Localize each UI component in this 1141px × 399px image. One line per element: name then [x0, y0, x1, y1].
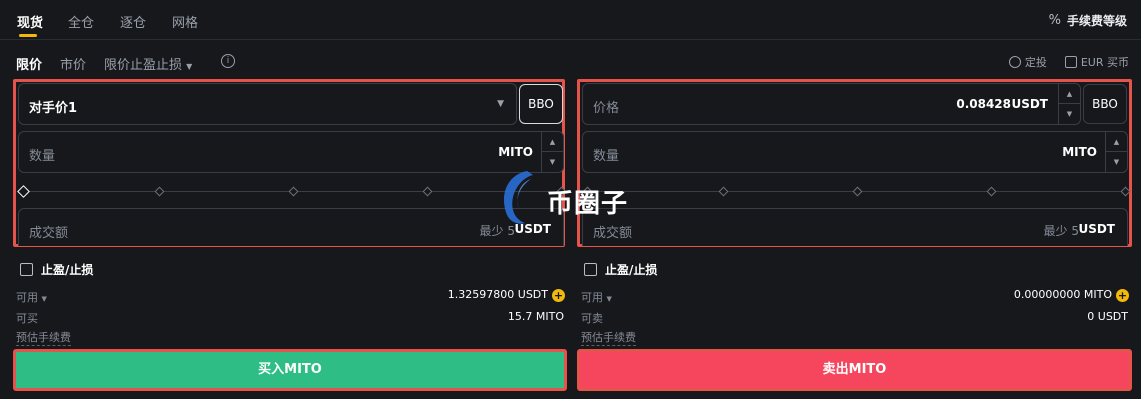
buy-bbo-button[interactable]: BBO: [519, 84, 563, 124]
tab-isolated-margin[interactable]: 逐仓: [120, 12, 146, 31]
sell-price-stepper[interactable]: ▲ ▼: [1058, 84, 1080, 124]
buy-available-text: 可用: [16, 291, 38, 304]
sell-total-min: 最少 5: [1043, 224, 1079, 238]
slider-mark-50[interactable]: [288, 186, 299, 197]
decrement-icon[interactable]: ▼: [1059, 104, 1080, 124]
sell-button[interactable]: 卖出MITO: [577, 349, 1132, 391]
sell-quantity-label: 数量: [593, 149, 620, 164]
buy-available-amount: 1.32597800 USDT: [447, 288, 548, 301]
sell-total-label: 成交额: [593, 226, 633, 241]
buy-tpsl-checkbox[interactable]: 止盈/止损: [20, 261, 93, 278]
slider-mark-75[interactable]: [986, 186, 997, 197]
sell-tpsl-checkbox[interactable]: 止盈/止损: [584, 261, 657, 278]
slider-mark-100[interactable]: [1120, 186, 1131, 197]
chevron-down-icon: ▼: [497, 99, 504, 109]
fee-level-label: 手续费等级: [1066, 14, 1127, 28]
wallet-icon: [1064, 56, 1077, 68]
tab-cross-margin[interactable]: 全仓: [68, 12, 94, 31]
info-icon[interactable]: i: [221, 54, 235, 68]
sell-price-value: 0.08428: [956, 97, 1011, 111]
chevron-down-icon: ▼: [41, 295, 47, 303]
buy-available-label[interactable]: 可用 ▼: [16, 289, 47, 305]
buy-total-min: 最少 5: [479, 224, 515, 238]
buy-total-unit: USDT: [514, 222, 551, 236]
tab-grid[interactable]: 网格: [172, 12, 198, 31]
sell-tpsl-label: 止盈/止损: [605, 263, 658, 277]
slider-mark-25[interactable]: [154, 186, 165, 197]
sell-fee-label[interactable]: 预估手续费: [581, 329, 636, 346]
buy-total-label: 成交额: [29, 226, 69, 241]
sell-max-value: 0 USDT: [1087, 310, 1128, 323]
slider-handle[interactable]: [17, 185, 30, 198]
buy-available-value: 1.32597800 USDT +: [448, 288, 565, 302]
sell-available-value: 0.00000000 MITO +: [1014, 288, 1129, 302]
slider-mark-75[interactable]: [422, 186, 433, 197]
deposit-plus-icon[interactable]: +: [1116, 288, 1129, 302]
buy-eur-label: EUR 买币: [1080, 56, 1129, 69]
slider-mark-50[interactable]: [852, 186, 863, 197]
checkbox-icon[interactable]: [20, 263, 33, 276]
order-type-row: 限价 市价 限价止盈止损 ▼ i 定投 EUR 买币: [0, 50, 1141, 74]
slider-mark-25[interactable]: [718, 186, 729, 197]
buy-tpsl-label: 止盈/止损: [41, 263, 94, 277]
sell-max-label: 可卖: [581, 312, 603, 325]
buy-button[interactable]: 买入MITO: [13, 349, 567, 391]
sell-amount-slider[interactable]: [582, 185, 1131, 197]
decrement-icon[interactable]: ▼: [542, 152, 563, 172]
buy-max-label: 可买: [16, 312, 38, 325]
buy-price-mode-value: 对手价1: [29, 101, 78, 116]
buy-amount-slider[interactable]: [17, 185, 567, 198]
fee-level-link[interactable]: % 手续费等级: [1049, 12, 1127, 29]
buy-form-panel: 对手价1 ▼ BBO 数量 MITO ▲ ▼ 成交额 最少 5 USDT: [13, 79, 567, 247]
sell-total-unit: USDT: [1078, 222, 1115, 236]
order-type-limit[interactable]: 限价: [16, 54, 42, 73]
sell-available-label[interactable]: 可用 ▼: [581, 289, 612, 305]
target-icon: [1008, 56, 1021, 68]
increment-icon[interactable]: ▲: [1106, 132, 1127, 152]
deposit-plus-icon[interactable]: +: [552, 288, 565, 302]
chevron-down-icon: ▼: [606, 295, 612, 303]
sell-price-unit: USDT: [1011, 97, 1048, 111]
increment-icon[interactable]: ▲: [542, 132, 563, 152]
sell-total-input[interactable]: 成交额 最少 5 USDT: [582, 208, 1128, 246]
sell-quantity-unit: MITO: [1062, 145, 1097, 159]
decrement-icon[interactable]: ▼: [1106, 152, 1127, 172]
slider-mark-100[interactable]: [556, 186, 567, 197]
sell-available-amount: 0.00000000 MITO: [1013, 288, 1112, 301]
percent-icon: %: [1048, 13, 1061, 28]
buy-quantity-input[interactable]: 数量 MITO ▲ ▼: [18, 131, 564, 173]
order-type-tpsl-label: 限价止盈止损: [104, 58, 183, 73]
buy-quantity-label: 数量: [29, 149, 56, 164]
right-tools: 定投 EUR 买币: [1008, 54, 1129, 70]
market-tabs: 现货 全仓 逐仓 网格 % 手续费等级: [0, 0, 1141, 40]
increment-icon[interactable]: ▲: [1059, 84, 1080, 104]
sell-price-label: 价格: [593, 101, 620, 116]
buy-total-input[interactable]: 成交额 最少 5 USDT: [18, 208, 564, 246]
buy-quantity-stepper[interactable]: ▲ ▼: [541, 132, 563, 172]
active-tab-indicator: [19, 34, 37, 37]
sell-quantity-input[interactable]: 数量 MITO ▲ ▼: [582, 131, 1128, 173]
chevron-down-icon: ▼: [186, 62, 193, 71]
buy-max-value: 15.7 MITO: [507, 310, 564, 323]
slider-handle[interactable]: [582, 186, 593, 197]
buy-quantity-unit: MITO: [498, 145, 533, 159]
checkbox-icon[interactable]: [584, 263, 597, 276]
sell-form-panel: 价格 0.08428 USDT ▲ ▼ BBO 数量 MITO ▲ ▼ 成交额 …: [577, 79, 1132, 247]
dca-label: 定投: [1024, 56, 1047, 69]
order-type-market[interactable]: 市价: [60, 54, 86, 73]
buy-eur-button[interactable]: EUR 买币: [1064, 54, 1129, 70]
sell-bbo-button[interactable]: BBO: [1083, 84, 1127, 124]
tab-spot[interactable]: 现货: [17, 12, 43, 31]
buy-price-mode-select[interactable]: 对手价1 ▼: [18, 83, 517, 125]
sell-quantity-stepper[interactable]: ▲ ▼: [1105, 132, 1127, 172]
order-type-tpsl[interactable]: 限价止盈止损 ▼: [104, 54, 192, 73]
sell-available-text: 可用: [581, 291, 603, 304]
dca-button[interactable]: 定投: [1008, 54, 1047, 70]
sell-price-input[interactable]: 价格 0.08428 USDT ▲ ▼: [582, 83, 1081, 125]
buy-fee-label[interactable]: 预估手续费: [16, 329, 71, 346]
